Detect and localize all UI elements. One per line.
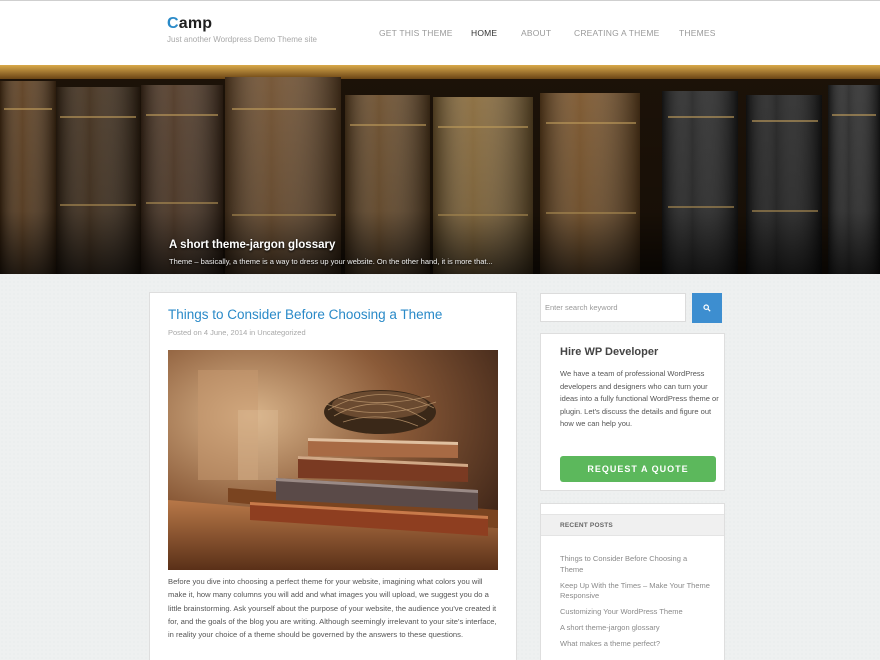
search-icon xyxy=(703,304,711,312)
main-nav: GET THIS THEME HOME ABOUT CREATING A THE… xyxy=(0,28,880,42)
search-button[interactable] xyxy=(692,293,722,323)
post-title[interactable]: Things to Consider Before Choosing a The… xyxy=(168,307,442,322)
nav-home[interactable]: HOME xyxy=(471,28,497,38)
hire-widget-title: Hire WP Developer xyxy=(560,346,659,358)
post-date[interactable]: 4 June, 2014 xyxy=(204,328,247,337)
hero-excerpt: Theme – basically, a theme is a way to d… xyxy=(169,257,493,266)
recent-post-link[interactable]: Customizing Your WordPress Theme xyxy=(560,607,683,616)
recent-post-link[interactable]: What makes a theme perfect? xyxy=(560,639,660,648)
bookshelf-hero-image xyxy=(0,65,880,274)
search-input[interactable] xyxy=(540,293,686,322)
post-meta: Posted on 4 June, 2014 in Uncategorized xyxy=(168,328,306,337)
recent-post-link[interactable]: Keep Up With the Times – Make Your Theme… xyxy=(560,581,710,601)
hire-developer-widget: Hire WP Developer We have a team of prof… xyxy=(540,333,725,491)
books-nest-image xyxy=(168,350,498,570)
post-meta-in: in xyxy=(249,328,256,337)
recent-post-link[interactable]: A short theme-jargon glossary xyxy=(560,623,660,632)
recent-post-link[interactable]: Things to Consider Before Choosing a The… xyxy=(560,554,687,574)
list-item: What makes a theme perfect? xyxy=(560,639,710,650)
list-item: Keep Up With the Times – Make Your Theme… xyxy=(560,581,710,602)
list-item: A short theme-jargon glossary xyxy=(560,623,710,634)
request-quote-button[interactable]: REQUEST A QUOTE xyxy=(560,456,716,482)
post-excerpt: Before you dive into choosing a perfect … xyxy=(168,577,497,640)
nav-about[interactable]: ABOUT xyxy=(521,28,551,38)
post-card: Things to Consider Before Choosing a The… xyxy=(149,292,517,660)
hire-widget-text: We have a team of professional WordPress… xyxy=(560,369,719,429)
site-header: Camp Just another Wordpress Demo Theme s… xyxy=(0,0,880,65)
nav-creating-a-theme[interactable]: CREATING A THEME xyxy=(574,28,660,38)
recent-posts-widget: RECENT POSTS Things to Consider Before C… xyxy=(540,503,725,660)
post-meta-prefix: Posted on xyxy=(168,328,202,337)
hero-title[interactable]: A short theme-jargon glossary xyxy=(169,239,335,251)
hero-banner[interactable]: A short theme-jargon glossary Theme – ba… xyxy=(0,65,880,274)
list-item: Things to Consider Before Choosing a The… xyxy=(560,554,710,575)
nav-themes[interactable]: THEMES xyxy=(679,28,716,38)
list-item: Customizing Your WordPress Theme xyxy=(560,607,710,618)
recent-posts-header: RECENT POSTS xyxy=(541,514,724,536)
post-featured-image[interactable] xyxy=(168,350,498,570)
post-category-link[interactable]: Uncategorized xyxy=(257,328,305,337)
nav-get-this-theme[interactable]: GET THIS THEME xyxy=(379,28,453,38)
recent-posts-heading: RECENT POSTS xyxy=(560,522,613,529)
recent-posts-list: Things to Consider Before Choosing a The… xyxy=(560,554,710,655)
